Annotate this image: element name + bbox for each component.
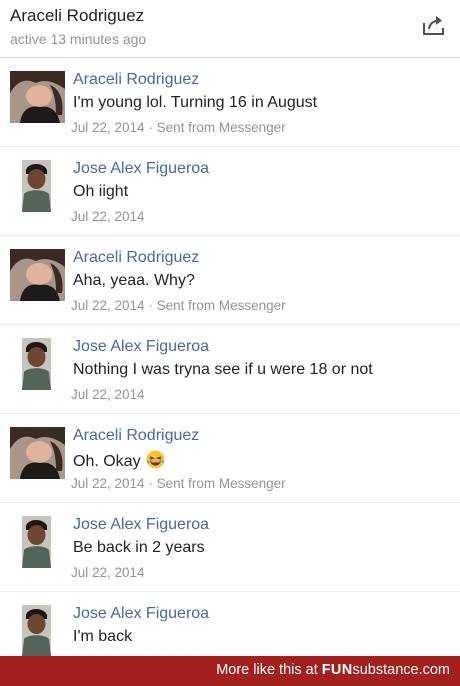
message-meta: Jul 22, 2014 · Sent from Messenger <box>71 298 286 313</box>
message-via: Sent from Messenger <box>156 476 286 491</box>
meta-separator: · <box>148 298 153 313</box>
message-date: Jul 22, 2014 <box>71 298 145 313</box>
message-text: Nothing I was tryna see if u were 18 or … <box>73 361 373 378</box>
avatar-jose[interactable] <box>22 605 51 657</box>
message-via: Sent from Messenger <box>156 298 286 313</box>
watermark-prefix: More like this at <box>216 662 318 678</box>
active-status: active 13 minutes ago <box>10 31 147 47</box>
message-meta: Jul 22, 2014 <box>71 387 145 402</box>
avatar-jose[interactable] <box>22 160 51 212</box>
message-meta: Jul 22, 2014 <box>71 565 145 580</box>
avatar-araceli[interactable] <box>10 249 65 301</box>
message-text: Oh iight <box>73 183 129 200</box>
sender-name[interactable]: Araceli Rodriguez <box>73 427 199 445</box>
message-meta: Jul 22, 2014 <box>71 209 145 224</box>
message-date: Jul 22, 2014 <box>71 565 145 580</box>
message-via: Sent from Messenger <box>156 120 286 135</box>
conversation-title[interactable]: Araceli Rodriguez <box>10 6 144 26</box>
avatar-jose[interactable] <box>22 338 51 390</box>
watermark-banner: More like this at FUNsubstance.com <box>0 656 460 686</box>
message-text: I'm back <box>73 628 133 645</box>
message-meta: Jul 22, 2014 · Sent from Messenger <box>71 476 286 491</box>
message-date: Jul 22, 2014 <box>71 120 145 135</box>
message-date: Jul 22, 2014 <box>71 476 145 491</box>
sender-name[interactable]: Jose Alex Figueroa <box>73 338 209 356</box>
message-text: Be back in 2 years <box>73 539 205 556</box>
watermark-text[interactable]: More like this at FUNsubstance.com <box>216 662 450 678</box>
meta-separator: · <box>148 476 153 491</box>
avatar-jose[interactable] <box>22 516 51 568</box>
message-item[interactable]: Araceli Rodriguez I'm young lol. Turning… <box>0 58 460 147</box>
message-text-content: Oh. Okay <box>73 453 141 470</box>
sender-name[interactable]: Araceli Rodriguez <box>73 71 199 89</box>
watermark-brand-bold: FUN <box>321 662 353 678</box>
sender-name[interactable]: Jose Alex Figueroa <box>73 516 209 534</box>
message-date: Jul 22, 2014 <box>71 209 145 224</box>
message-item[interactable]: Jose Alex Figueroa Oh iight Jul 22, 2014 <box>0 147 460 236</box>
sender-name[interactable]: Jose Alex Figueroa <box>73 160 209 178</box>
message-date: Jul 22, 2014 <box>71 387 145 402</box>
message-item[interactable]: Jose Alex Figueroa Be back in 2 years Ju… <box>0 503 460 592</box>
message-item[interactable]: Araceli Rodriguez Oh. Okay Jul 22, 2014 … <box>0 414 460 503</box>
sender-name[interactable]: Jose Alex Figueroa <box>73 605 209 623</box>
conversation-header: Araceli Rodriguez active 13 minutes ago <box>0 0 460 58</box>
message-text: Aha, yeaa. Why? <box>73 272 195 289</box>
watermark-brand-rest: substance.com <box>352 662 450 678</box>
meta-separator: · <box>148 120 153 135</box>
message-thread: Araceli Rodriguez I'm young lol. Turning… <box>0 58 460 681</box>
share-icon[interactable] <box>422 14 446 36</box>
sender-name[interactable]: Araceli Rodriguez <box>73 249 199 267</box>
laughing-emoji-icon <box>146 450 165 469</box>
message-text: I'm young lol. Turning 16 in August <box>73 94 318 111</box>
message-item[interactable]: Araceli Rodriguez Aha, yeaa. Why? Jul 22… <box>0 236 460 325</box>
message-item[interactable]: Jose Alex Figueroa Nothing I was tryna s… <box>0 325 460 414</box>
avatar-araceli[interactable] <box>10 71 65 123</box>
message-text: Oh. Okay <box>73 450 165 471</box>
avatar-araceli[interactable] <box>10 427 65 479</box>
message-meta: Jul 22, 2014 · Sent from Messenger <box>71 120 286 135</box>
